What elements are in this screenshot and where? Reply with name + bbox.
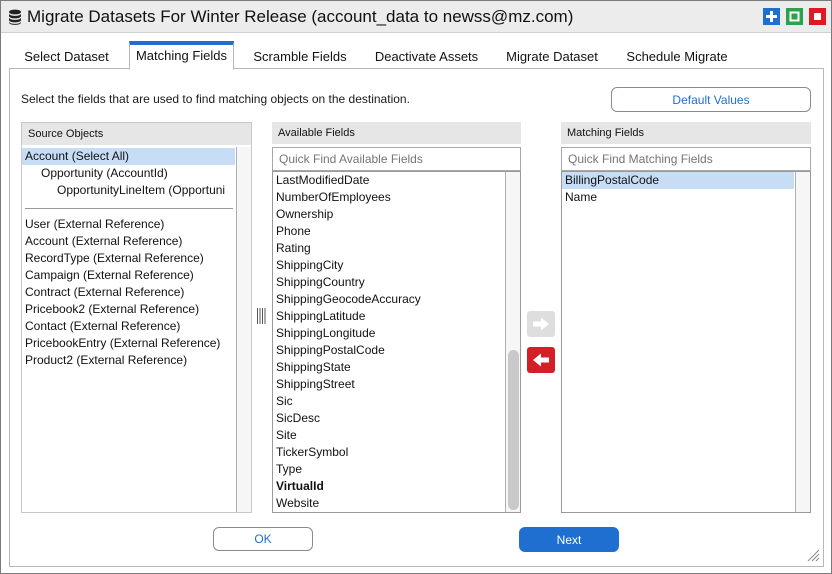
title-bar[interactable]: Migrate Datasets For Winter Release (acc… [1, 1, 831, 33]
list-item[interactable]: Pricebook2 (External Reference) [22, 301, 199, 318]
list-item[interactable]: Rating [273, 240, 311, 257]
instruction-text: Select the fields that are used to find … [21, 92, 410, 106]
list-item[interactable]: Account (Select All) [22, 148, 235, 165]
database-icon [9, 9, 21, 25]
source-objects-header: Source Objects [22, 123, 251, 145]
list-item[interactable]: TickerSymbol [273, 444, 348, 461]
list-item[interactable]: ShippingCity [273, 257, 343, 274]
matching-fields-search[interactable] [561, 147, 811, 171]
list-item[interactable]: ShippingStreet [273, 376, 355, 393]
source-objects-panel: Source Objects Account (Select All) Oppo… [21, 122, 252, 513]
source-objects-list[interactable]: Account (Select All) Opportunity (Accoun… [22, 147, 237, 512]
list-item[interactable]: User (External Reference) [22, 216, 164, 233]
list-item[interactable]: ShippingCountry [273, 274, 365, 291]
list-item[interactable]: Contract (External Reference) [22, 284, 184, 301]
square-icon [789, 11, 800, 22]
list-item[interactable]: Ownership [273, 206, 333, 223]
available-fields-panel: LastModifiedDate NumberOfEmployees Owner… [272, 171, 521, 513]
list-item[interactable]: Site [273, 427, 297, 444]
window-title: Migrate Datasets For Winter Release (acc… [27, 7, 574, 26]
tab-deactivate-assets[interactable]: Deactivate Assets [364, 47, 489, 69]
list-item[interactable]: NumberOfEmployees [273, 189, 391, 206]
source-objects-scrollbar[interactable] [236, 147, 251, 512]
list-item[interactable]: Phone [273, 223, 311, 240]
list-item[interactable]: Campaign (External Reference) [22, 267, 194, 284]
list-item[interactable]: VirtualId [273, 478, 324, 495]
list-item[interactable]: OpportunityLineItem (Opportuni [22, 182, 225, 199]
list-item[interactable]: SicDesc [273, 410, 320, 427]
splitter-handle[interactable] [256, 308, 266, 324]
tab-scramble-fields[interactable]: Scramble Fields [245, 47, 355, 69]
available-fields-list[interactable]: LastModifiedDate NumberOfEmployees Owner… [273, 172, 505, 512]
resize-grip-icon[interactable] [806, 548, 820, 562]
default-values-button[interactable]: Default Values [611, 87, 811, 112]
list-item[interactable]: Product2 (External Reference) [22, 352, 187, 369]
next-button[interactable]: Next [519, 527, 619, 552]
list-item[interactable]: LastModifiedDate [273, 172, 369, 189]
list-divider [25, 208, 233, 209]
matching-fields-list[interactable]: BillingPostalCode Name [562, 172, 795, 512]
available-fields-scrollbar[interactable] [505, 172, 520, 512]
list-item[interactable]: Contact (External Reference) [22, 318, 180, 335]
available-fields-header: Available Fields [272, 122, 521, 144]
list-item[interactable]: ShippingState [273, 359, 351, 376]
remove-field-button[interactable] [527, 347, 555, 373]
ok-button[interactable]: OK [213, 527, 313, 551]
list-item[interactable]: Name [562, 189, 597, 206]
add-field-button[interactable] [527, 311, 555, 337]
arrow-left-icon [533, 353, 549, 367]
tab-migrate-dataset[interactable]: Migrate Dataset [495, 47, 609, 69]
add-window-button[interactable] [763, 8, 780, 25]
close-button[interactable] [809, 8, 826, 25]
list-item[interactable]: Website [273, 495, 319, 512]
list-item[interactable]: ShippingPostalCode [273, 342, 385, 359]
available-fields-search[interactable] [272, 147, 521, 171]
matching-fields-header: Matching Fields [561, 122, 811, 144]
available-fields-section: Available Fields [272, 122, 521, 146]
list-item[interactable]: BillingPostalCode [562, 172, 794, 189]
list-item[interactable]: PricebookEntry (External Reference) [22, 335, 220, 352]
maximize-button[interactable] [786, 8, 803, 25]
list-item[interactable]: ShippingGeocodeAccuracy [273, 291, 421, 308]
stop-icon [814, 13, 821, 20]
tab-matching-fields[interactable]: Matching Fields [129, 41, 234, 70]
tab-bar: Select Dataset Matching Fields Scramble … [9, 41, 824, 70]
list-item[interactable]: Account (External Reference) [22, 233, 182, 250]
matching-fields-scrollbar[interactable] [795, 172, 810, 512]
tab-schedule-migrate[interactable]: Schedule Migrate [613, 47, 741, 69]
list-item[interactable]: RecordType (External Reference) [22, 250, 204, 267]
list-item[interactable]: ShippingLongitude [273, 325, 375, 342]
scrollbar-thumb[interactable] [508, 350, 519, 510]
tab-select-dataset[interactable]: Select Dataset [13, 47, 120, 69]
list-item[interactable]: Type [273, 461, 302, 478]
list-item[interactable]: Opportunity (AccountId) [22, 165, 168, 182]
arrow-right-icon [533, 317, 549, 331]
matching-fields-panel: BillingPostalCode Name [561, 171, 811, 513]
matching-fields-section: Matching Fields [561, 122, 811, 146]
plus-icon [766, 11, 777, 22]
list-item[interactable]: Sic [273, 393, 293, 410]
list-item[interactable]: ShippingLatitude [273, 308, 365, 325]
